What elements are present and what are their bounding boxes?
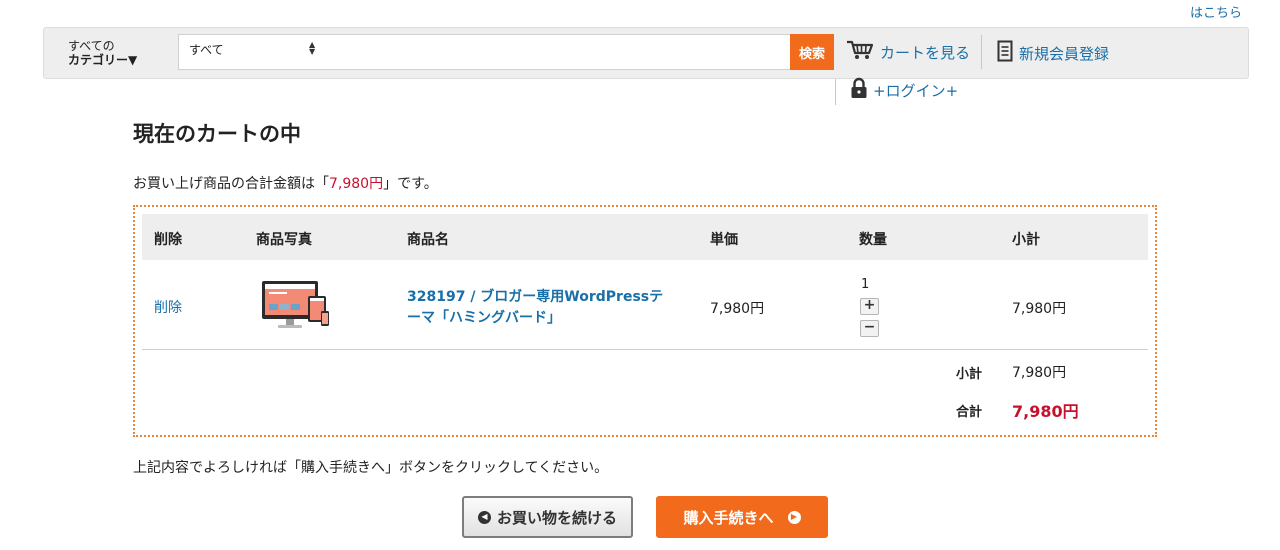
header-divider [981, 35, 982, 69]
checkout-label: 購入手続きへ [683, 508, 774, 527]
search-button[interactable]: 検索 [790, 34, 834, 70]
product-name-line1: 328197 / ブロガー専用WordPressテ [407, 289, 664, 305]
item-subtotal: 7,980円 [1012, 301, 1067, 317]
login-label: +ログイン+ [873, 81, 959, 100]
register-label: 新規会員登録 [1019, 44, 1110, 63]
cart-table: 削除 商品写真 商品名 単価 数量 小計 削除 328197 / ブロガー専用W… [133, 205, 1157, 437]
login-link[interactable]: +ログイン+ [850, 77, 958, 103]
continue-shopping-label: お買い物を続ける [496, 508, 617, 527]
col-photo: 商品写真 [256, 232, 312, 248]
chevron-left-circle-icon: ◀ [477, 510, 491, 524]
quantity-value: 1 [861, 277, 870, 292]
subtotal-value: 7,980円 [1012, 365, 1067, 381]
category-line2: カテゴリー▼ [68, 53, 138, 67]
table-header: 削除 商品写真 商品名 単価 数量 小計 [142, 214, 1148, 260]
total-value: 7,980円 [1012, 402, 1079, 421]
total-prefix: お買い上げ商品の合計金額は「 [133, 176, 329, 192]
total-suffix: 」です。 [383, 176, 438, 192]
select-arrows-icon: ▲ ▼ [309, 40, 316, 56]
top-link[interactable]: はこちら [1190, 2, 1242, 21]
minus-icon: − [863, 319, 876, 335]
login-divider [835, 79, 836, 105]
col-quantity: 数量 [859, 232, 887, 248]
view-cart-link[interactable]: カートを見る [846, 40, 970, 64]
col-subtotal: 小計 [1012, 232, 1040, 248]
category-select[interactable]: すべて ▲ ▼ [178, 34, 790, 70]
quantity-minus-button[interactable]: − [860, 320, 879, 337]
category-dropdown[interactable]: すべての カテゴリー▼ [68, 39, 137, 67]
lock-icon [850, 77, 868, 103]
continue-shopping-button[interactable]: ◀ お買い物を続ける [462, 496, 633, 538]
col-delete: 削除 [154, 232, 182, 248]
total-label: 合計 [956, 405, 983, 420]
chevron-right-circle-icon: ▶ [787, 510, 801, 524]
subtotal-label: 小計 [956, 367, 983, 382]
category-line1: すべての [68, 39, 115, 53]
product-thumbnail[interactable] [260, 279, 330, 333]
unit-price: 7,980円 [710, 301, 765, 317]
register-link[interactable]: 新規会員登録 [997, 40, 1109, 66]
view-cart-label: カートを見る [880, 43, 971, 62]
total-amount: 7,980円 [329, 176, 384, 192]
checkout-instruction: 上記内容でよろしければ「購入手続きへ」ボタンをクリックしてください。 [133, 460, 609, 476]
product-name-line2: ーマ「ハミングバード」 [407, 310, 561, 326]
cart-icon [846, 40, 874, 64]
col-unit-price: 単価 [710, 232, 738, 248]
summary-divider [142, 349, 1148, 350]
col-name: 商品名 [407, 232, 449, 248]
page-title: 現在のカートの中 [133, 122, 301, 146]
product-name-link[interactable]: 328197 / ブロガー専用WordPressテ ーマ「ハミングバード」 [407, 287, 697, 329]
search-bar: すべての カテゴリー▼ すべて ▲ ▼ 検索 カートを見る 新規会員登録 [43, 27, 1249, 79]
plus-icon: + [863, 297, 876, 313]
checkout-button[interactable]: 購入手続きへ ▶ [656, 496, 828, 538]
quantity-plus-button[interactable]: + [860, 298, 879, 315]
delete-item-link[interactable]: 削除 [154, 297, 182, 317]
document-icon [997, 40, 1013, 66]
category-select-value: すべて [189, 43, 224, 57]
total-message: お買い上げ商品の合計金額は「7,980円」です。 [133, 173, 438, 193]
